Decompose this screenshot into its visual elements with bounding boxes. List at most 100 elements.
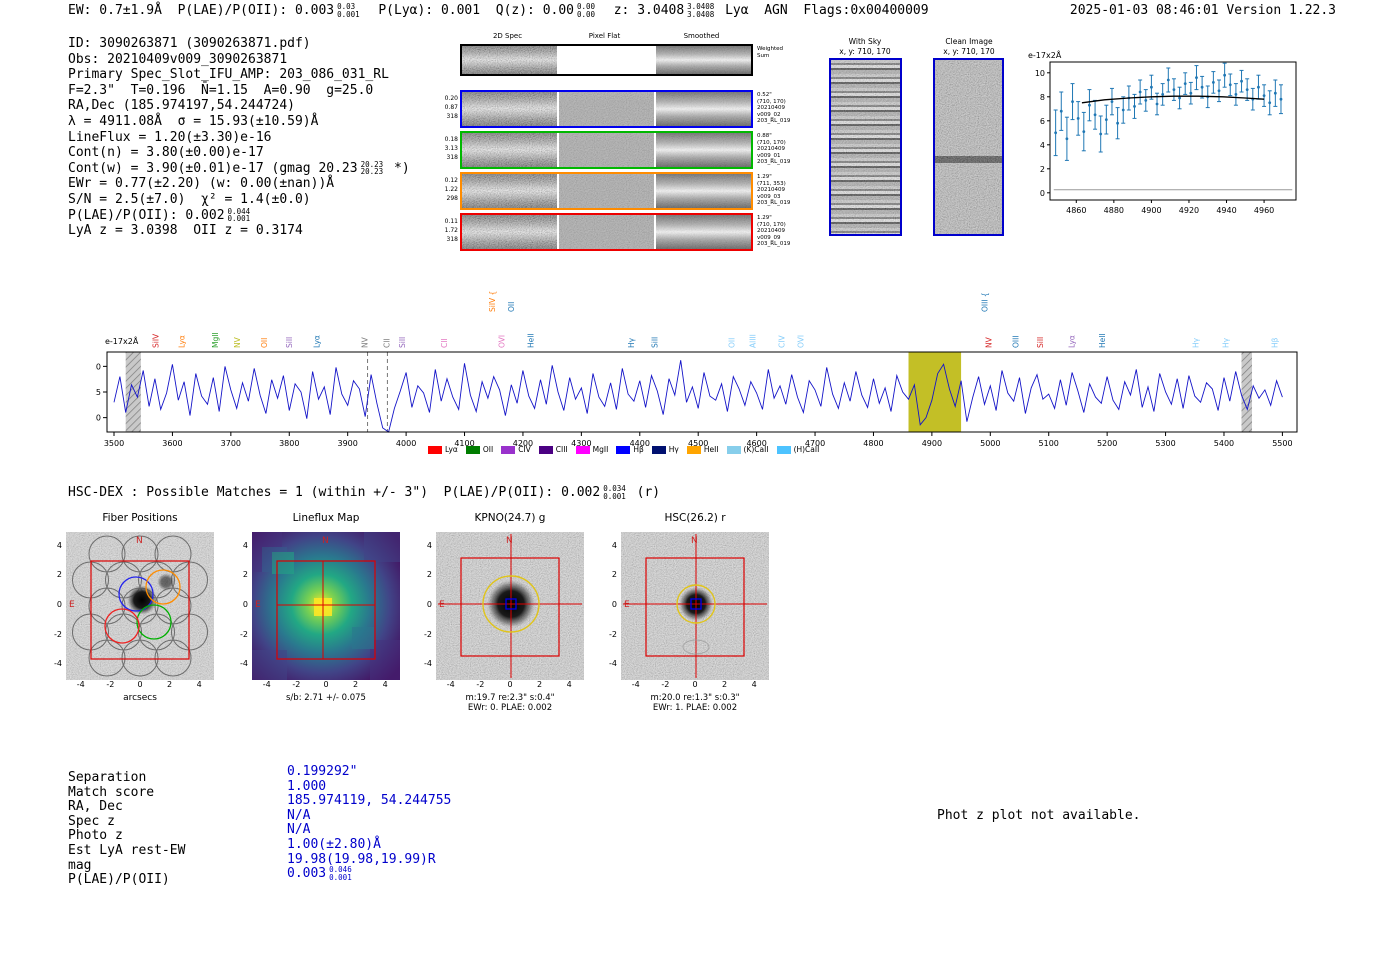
compass-north-label: N	[506, 536, 513, 546]
x-tick-label: -4	[631, 680, 640, 689]
y-tick-label: 4	[1040, 141, 1045, 150]
legend-item: Lyα	[428, 445, 458, 454]
clean-image-title: Clean Image	[945, 37, 993, 46]
y-tick-label: 0	[426, 600, 432, 609]
legend-item: MgII	[575, 445, 609, 454]
y-tick-label: -2	[424, 629, 432, 639]
hsc-dex-match-line: HSC-DEX : Possible Matches = 1 (within +…	[68, 485, 660, 500]
plot-bg	[107, 352, 1297, 432]
compass-north-label: N	[691, 536, 698, 546]
match-field-label: Est LyA rest-EW	[68, 842, 186, 858]
text-segment: z: 3.0408	[598, 3, 685, 18]
info-line: Obs: 20210409v009_3090263871	[68, 52, 410, 68]
info-line: S/N = 2.5(±7.0) χ² = 1.4(±0.0)	[68, 192, 410, 208]
stack-bottom: 20.23	[360, 167, 384, 177]
y-tick-label: -4	[54, 659, 62, 669]
stack-bottom: 0.00	[577, 9, 596, 19]
legend-item: HeII	[686, 445, 719, 454]
text-segment: LyA z = 3.0398 OII z = 0.3174	[68, 223, 303, 239]
legend-swatch	[538, 445, 553, 454]
data-point	[1144, 99, 1148, 102]
spec2d-row	[460, 172, 753, 210]
smoothed-image	[656, 215, 751, 249]
legend-swatch	[651, 445, 666, 454]
spec2d-row	[460, 213, 753, 251]
match-field-value: 185.974119, 54.244755	[287, 793, 452, 809]
noise-texture	[656, 133, 751, 167]
pixel-flat-image	[559, 92, 654, 126]
noise-texture	[656, 92, 751, 126]
text-segment: P(LAE)/P(OII): 0.002	[68, 207, 225, 223]
cutout-caption: s/b: 2.71 +/- 0.075	[286, 693, 366, 703]
y-tick-label: 2	[1040, 165, 1045, 174]
x-tick-label: 4900	[1141, 206, 1161, 215]
emission-line-label: SiII	[650, 337, 659, 348]
x-tick-label: 4800	[863, 439, 883, 448]
noise-texture	[656, 174, 751, 208]
x-tick-label: 3700	[221, 439, 241, 448]
emission-line-label: Hβ	[1271, 337, 1280, 348]
y-tick-label: -2	[54, 629, 62, 639]
spec2d-row-annotation: 203_RL_019	[757, 241, 791, 247]
match-table-row: RA, Dec 185.974119, 54.244755	[68, 793, 451, 814]
spec2d-row-annotation: Sum	[757, 52, 770, 59]
x-tick-label: 5200	[1097, 439, 1117, 448]
photz-note: Phot z plot not available.	[937, 808, 1141, 823]
y-tick-label: -2	[609, 629, 617, 639]
y-tick-label: 5.0	[95, 414, 101, 423]
text-segment: (r)	[628, 485, 661, 500]
smoothed-image	[656, 92, 751, 126]
elixer-report-page: EW: 0.7±1.9Å P(LAE)/P(OII): 0.003 0.03 0.0…	[0, 0, 1400, 953]
cutout-title: Lineflux Map	[292, 512, 360, 524]
match-field-value: 1.00(±2.80)Å	[287, 836, 381, 852]
secondary-blob	[157, 573, 175, 591]
spec2d-row-annotation: (710, 170)	[757, 139, 786, 146]
match-field-label: Match score	[68, 784, 155, 800]
spec2d-row-stat: 0.87	[444, 104, 458, 111]
smoothed-image	[656, 46, 751, 74]
data-point	[1076, 117, 1080, 120]
compass-north-label: N	[322, 536, 329, 546]
noise-texture	[559, 174, 654, 208]
stacked-uncertainty: 0.044 0.001	[228, 208, 251, 223]
catalog-match-table: Separation 0.199292" Match score 1.000 RA, D…	[68, 764, 451, 887]
spectrum-legend: Lyα OII CIV CIII MgII Hβ Hγ HeII (K)CaII (H)CaII	[428, 445, 819, 454]
spec2d-column-header: Smoothed	[683, 32, 720, 40]
data-point	[1138, 90, 1142, 94]
data-point	[1099, 132, 1103, 136]
hsc-r-image	[621, 532, 769, 680]
text-segment: Primary Spec_Slot_IFU_AMP: 203_086_031_R…	[68, 67, 389, 83]
match-field-value: 0.003 0.046 0.001	[287, 865, 352, 882]
spec2d-image	[462, 46, 557, 74]
match-field-value: 19.98(19.98,19.99)R	[287, 851, 436, 867]
legend-item: CIV	[501, 445, 531, 454]
legend-label: MgII	[592, 445, 609, 454]
spec2d-row-stat: 318	[446, 236, 458, 243]
spec2d-row-stat: 0.20	[444, 95, 458, 102]
legend-label: Hβ	[633, 445, 644, 454]
spec2d-row-annotation: (711, 353)	[757, 180, 786, 187]
y-tick-label: -4	[609, 659, 617, 669]
y-axis-label: e-17x2Å	[1028, 49, 1062, 60]
x-tick-label: 4000	[396, 439, 416, 448]
noise-texture	[559, 215, 654, 249]
cutout-caption-2: EWr: 1. PLAE: 0.002	[652, 703, 738, 713]
match-field-label: mag	[68, 857, 92, 873]
emission-line-label: AlIII	[748, 334, 757, 348]
legend-label: Lyα	[445, 445, 458, 454]
emission-line-label: NV	[984, 336, 993, 348]
info-line: Cont(n) = 3.80(±0.00)e-17	[68, 145, 410, 161]
data-point	[1279, 97, 1283, 101]
clean-image-header: Clean Image x, y: 710, 170	[924, 37, 1014, 57]
legend-swatch	[726, 445, 741, 454]
clean-image	[933, 58, 1004, 236]
legend-swatch	[575, 445, 590, 454]
spec2d-row-annotation: 0.88"	[757, 133, 772, 139]
x-tick-label: 5000	[980, 439, 1000, 448]
y-tick-label: 6	[1040, 117, 1045, 126]
data-point	[1166, 78, 1170, 82]
x-tick-label: 4860	[1066, 206, 1086, 215]
spec2d-column-header: Pixel Flat	[588, 32, 621, 40]
spec2d-row-annotation: (710, 170)	[757, 98, 786, 105]
info-line: Cont(w) = 3.90(±0.01)e-17 (gmag 20.23 20.…	[68, 161, 410, 177]
